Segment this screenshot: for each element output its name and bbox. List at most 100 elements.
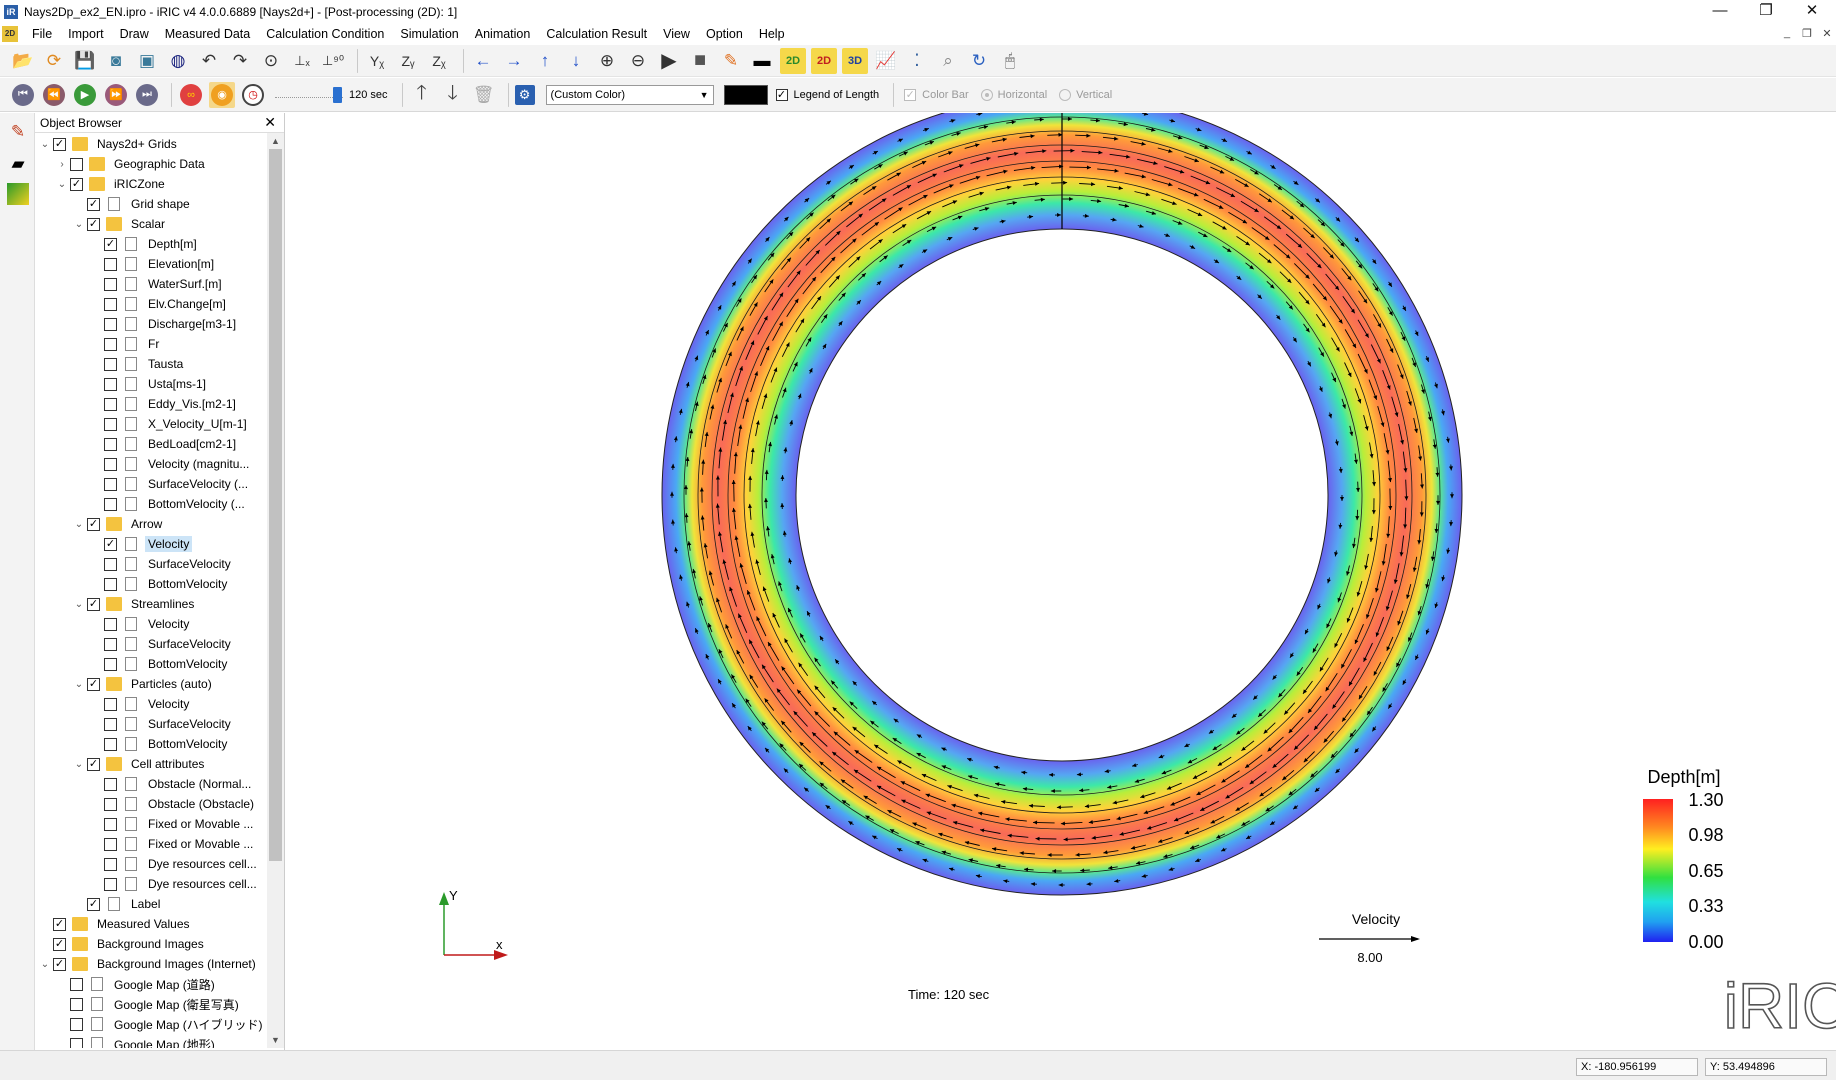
tree-item[interactable]: ⌄ ✓ iRICZone — [54, 174, 168, 194]
tree-item[interactable]: Google Map (道路) — [54, 974, 218, 994]
vertical-radio[interactable]: Vertical — [1059, 88, 1112, 101]
first-step-icon[interactable]: ⏮ — [12, 83, 34, 106]
console-icon[interactable]: ▬ — [749, 48, 775, 74]
tree-item-checkbox[interactable] — [104, 877, 117, 891]
tree-item[interactable]: Google Map (衛星写真) — [54, 994, 242, 1014]
tree-item[interactable]: Tausta — [88, 354, 186, 374]
tree-item[interactable]: › Geographic Data — [54, 154, 208, 174]
legend-of-length-checkbox[interactable]: ✓ Legend of Length — [775, 88, 879, 101]
chevron-down-icon[interactable]: ⌄ — [54, 179, 70, 190]
tree-item-checkbox[interactable]: ✓ — [87, 197, 100, 211]
tree-item[interactable]: BottomVelocity — [88, 734, 230, 754]
chevron-down-icon[interactable]: ⌄ — [71, 599, 87, 610]
menu-calculation-condition[interactable]: Calculation Condition — [258, 23, 392, 45]
tree-item-checkbox[interactable] — [70, 157, 83, 171]
chart-zoom-icon[interactable]: ⌕ — [935, 48, 961, 74]
step-forward-icon[interactable]: ⏩ — [105, 83, 127, 106]
pan-down-icon[interactable]: ↓ — [563, 48, 589, 74]
tree-item-checkbox[interactable] — [104, 277, 117, 291]
tree-item[interactable]: Fixed or Movable ... — [88, 814, 256, 834]
tree-item-checkbox[interactable] — [104, 817, 117, 831]
tree-item-checkbox[interactable]: ✓ — [53, 957, 66, 971]
tree-item[interactable]: BedLoad[cm2-1] — [88, 434, 239, 454]
graph-icon[interactable]: 📈 — [873, 48, 899, 74]
tree-item-checkbox[interactable] — [104, 457, 117, 471]
pan-right-icon[interactable]: → — [501, 48, 527, 74]
reload-icon[interactable]: ⟳ — [41, 48, 67, 74]
tree-item[interactable]: ✓ Label — [71, 894, 163, 914]
menu-help[interactable]: Help — [751, 23, 793, 45]
tree-item[interactable]: SurfaceVelocity — [88, 714, 234, 734]
tree-item[interactable]: ✓ Background Images — [37, 934, 207, 954]
menu-view[interactable]: View — [655, 23, 698, 45]
tree-item-checkbox[interactable]: ✓ — [104, 237, 117, 251]
post-3d-icon[interactable]: 3D — [842, 47, 868, 74]
tree-item-checkbox[interactable] — [104, 317, 117, 331]
color-select[interactable]: (Custom Color) ▼ — [545, 84, 714, 105]
post-2d-icon[interactable]: 2D — [780, 47, 806, 74]
chevron-right-icon[interactable]: › — [54, 159, 70, 170]
delete-icon[interactable]: 🗑 — [471, 82, 497, 108]
tree-item-checkbox[interactable]: ✓ — [53, 937, 66, 951]
tree-item-checkbox[interactable]: ✓ — [87, 517, 100, 531]
chevron-down-icon[interactable]: ⌄ — [37, 139, 53, 150]
chevron-down-icon[interactable]: ⌄ — [71, 679, 87, 690]
menu-file[interactable]: File — [24, 23, 60, 45]
tree-item-checkbox[interactable]: ✓ — [87, 757, 100, 771]
tree-item-checkbox[interactable] — [70, 1037, 83, 1048]
tree-item[interactable]: Elv.Change[m] — [88, 294, 229, 314]
x-scale-icon[interactable]: ⊥ₓ — [289, 48, 315, 74]
tree-item-checkbox[interactable] — [104, 257, 117, 271]
tree-item[interactable]: ⌄ ✓ Arrow — [71, 514, 165, 534]
tree-item-checkbox[interactable]: ✓ — [87, 217, 100, 231]
tree-item[interactable]: Google Map (地形) — [54, 1034, 218, 1048]
viewport-svg[interactable]: Y x Time: 120 sec Velocity 8.00 Depth[m]… — [286, 94, 1836, 1050]
terminal-icon[interactable]: ▰ — [5, 151, 31, 177]
menu-animation[interactable]: Animation — [467, 23, 539, 45]
settings-icon[interactable]: ⚙ — [514, 84, 535, 105]
tree-item[interactable]: Google Map (ハイブリッド) — [54, 1014, 265, 1034]
tree-item[interactable]: ✓ Measured Values — [37, 914, 193, 934]
follow-icon[interactable]: ◉ — [211, 83, 233, 106]
globe-icon[interactable]: ◍ — [165, 48, 191, 74]
redo-icon[interactable]: ↷ — [227, 48, 253, 74]
x-axis-icon[interactable]: ⊥⁹⁰ — [320, 48, 346, 74]
tree-item-checkbox[interactable] — [70, 1017, 83, 1031]
tree-item-checkbox[interactable]: ✓ — [87, 677, 100, 691]
arrow-down-icon[interactable]: 🡓 — [440, 82, 466, 108]
tree-item-checkbox[interactable]: ✓ — [53, 137, 66, 151]
color-bar-checkbox[interactable]: ✓ Color Bar — [904, 88, 969, 101]
tree-item[interactable]: Dye resources cell... — [88, 854, 260, 874]
scatter-graph-icon[interactable]: ⁚ — [904, 48, 930, 74]
tree-item-checkbox[interactable] — [104, 437, 117, 451]
post-2d-bird-icon[interactable]: 2D — [811, 47, 837, 74]
tree-item[interactable]: Velocity — [88, 614, 192, 634]
tree-item[interactable]: ✓ Grid shape — [71, 194, 193, 214]
yx-view-icon[interactable]: Yᵪ — [364, 48, 390, 74]
tree-item[interactable]: Discharge[m3-1] — [88, 314, 239, 334]
timer-icon[interactable]: ◷ — [242, 83, 264, 106]
fit-view-icon[interactable]: ⊙ — [258, 48, 284, 74]
tree-item-checkbox[interactable] — [104, 777, 117, 791]
tree-item-checkbox[interactable] — [104, 717, 117, 731]
close-button[interactable]: ✕ — [1789, 0, 1835, 23]
tree-item-checkbox[interactable] — [70, 997, 83, 1011]
tree-item[interactable]: ⌄ ✓ Background Images (Internet) — [37, 954, 259, 974]
last-step-icon[interactable]: ⏭ — [136, 83, 158, 106]
depth-color-bar[interactable]: Depth[m] 1.30 0.98 0.65 0.33 0.00 — [1643, 767, 1724, 952]
tree-item[interactable]: Eddy_Vis.[m2-1] — [88, 394, 239, 414]
zx-view-icon[interactable]: Zᵪ — [426, 48, 452, 74]
tree-item[interactable]: WaterSurf.[m] — [88, 274, 225, 294]
draw-tool-icon[interactable]: ✎ — [5, 119, 31, 145]
snapshot-window-icon[interactable]: ▣ — [134, 48, 160, 74]
tree-item-checkbox[interactable] — [104, 477, 117, 491]
color-swatch[interactable] — [723, 84, 768, 105]
menu-draw[interactable]: Draw — [112, 23, 157, 45]
mdi-close-button[interactable]: ✕ — [1818, 27, 1836, 40]
minimize-button[interactable]: — — [1697, 0, 1743, 23]
zoom-in-icon[interactable]: ⊕ — [594, 48, 620, 74]
mdi-restore-button[interactable]: ❐ — [1798, 27, 1816, 40]
tree-item[interactable]: ⌄ ✓ Scalar — [71, 214, 168, 234]
tree-item-checkbox[interactable]: ✓ — [70, 177, 83, 191]
tree-item-checkbox[interactable]: ✓ — [87, 897, 100, 911]
